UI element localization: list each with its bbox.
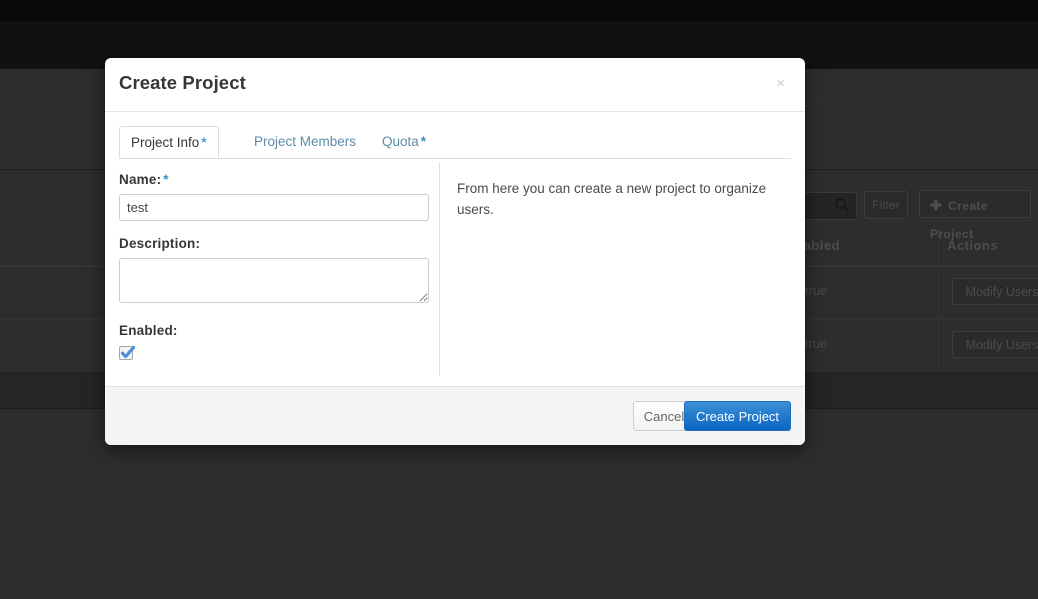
required-marker: * — [163, 172, 169, 187]
app-root: Filter ✚ Create Project Enabled Actions t… — [0, 0, 1038, 599]
required-marker: * — [420, 134, 427, 149]
check-icon — [120, 345, 136, 359]
cell-enabled: true — [805, 283, 828, 298]
filter-button[interactable]: Filter — [864, 191, 908, 219]
plus-icon: ✚ — [930, 197, 943, 213]
background-create-project-button[interactable]: ✚ Create Project — [919, 190, 1031, 241]
modal-title: Create Project — [119, 72, 246, 93]
cell-enabled: true — [805, 336, 828, 351]
modal-footer: Cancel Create Project — [105, 386, 805, 445]
name-input[interactable] — [119, 194, 429, 221]
tab-project-members-label: Project Members — [254, 134, 357, 149]
create-project-button[interactable]: Create Project — [684, 401, 791, 431]
description-label: Description: — [119, 236, 201, 251]
enabled-checkbox-wrapper — [119, 345, 429, 360]
tab-project-members[interactable]: Project Members — [243, 126, 367, 158]
name-label: Name: * — [119, 172, 429, 187]
column-header-actions: Actions — [947, 238, 999, 253]
modify-users-button[interactable]: Modify Users — [952, 331, 1038, 358]
modal-header: Create Project × — [105, 58, 805, 112]
close-icon[interactable]: × — [770, 75, 791, 92]
enabled-checkbox[interactable] — [119, 345, 136, 360]
tab-project-info-label: Project Info — [131, 135, 200, 150]
search-icon — [834, 197, 850, 213]
background-topbar — [0, 0, 1038, 23]
name-label-text: Name: — [119, 172, 162, 187]
tab-quota-label: Quota — [382, 134, 419, 149]
enabled-label: Enabled: — [119, 323, 178, 338]
project-info-form: Name:* Description: Enabled: — [119, 172, 429, 360]
modal-body: Name:* Description: Enabled: From here y — [105, 159, 805, 386]
body-divider — [439, 162, 440, 376]
create-project-modal: Create Project × Project Info * Project M… — [105, 58, 805, 445]
description-textarea[interactable] — [119, 258, 429, 303]
required-marker: * — [201, 135, 207, 150]
modify-users-button[interactable]: Modify Users — [952, 278, 1038, 305]
tab-quota[interactable]: Quota * — [371, 126, 437, 158]
modal-tabs: Project Info * Project Members Quota * — [119, 126, 791, 159]
tab-project-info[interactable]: Project Info * — [119, 126, 219, 158]
help-text: From here you can create a new project t… — [457, 181, 767, 217]
